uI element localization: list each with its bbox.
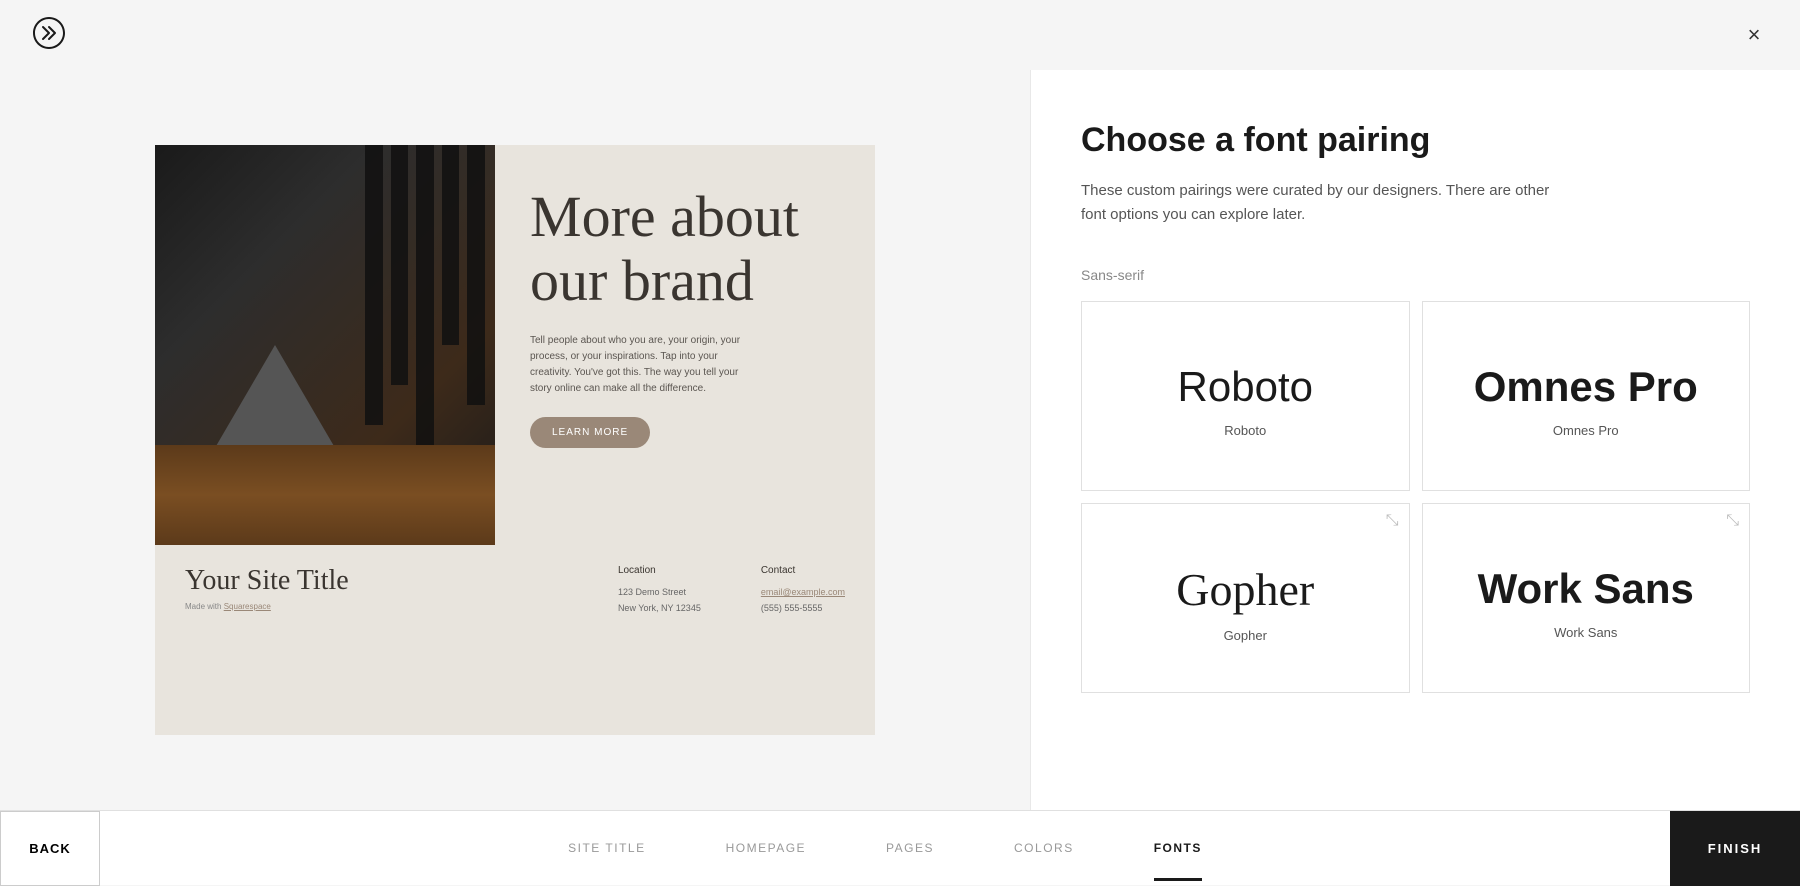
contact-title: Contact <box>761 565 845 576</box>
vertical-bars <box>355 145 495 465</box>
footer-columns: Location 123 Demo Street New York, NY 12… <box>618 565 845 616</box>
preview-top: More about our brand Tell people about w… <box>155 145 875 545</box>
section-label: Sans-serif <box>1081 267 1750 283</box>
location-address: 123 Demo Street <box>618 584 701 600</box>
font-name-roboto: Roboto <box>1224 423 1266 438</box>
preview-image <box>155 145 495 545</box>
v-bar-5 <box>467 145 485 405</box>
font-card-roboto[interactable]: Roboto Roboto <box>1081 301 1410 491</box>
site-title-block: Your Site Title Made with Squarespace <box>185 565 618 611</box>
nav-steps: SITE TITLE HOMEPAGE PAGES COLORS FONTS <box>100 841 1670 855</box>
panel-title: Choose a font pairing <box>1081 120 1750 161</box>
site-title-text: Your Site Title <box>185 565 618 597</box>
wood-floor <box>155 445 495 545</box>
font-preview-roboto: Roboto <box>1178 363 1313 411</box>
location-col: Location 123 Demo Street New York, NY 12… <box>618 565 701 616</box>
header: × <box>0 0 1800 70</box>
font-card-work-sans[interactable]: Work Sans Work Sans ⤡ <box>1422 503 1751 693</box>
main-content: More about our brand Tell people about w… <box>0 70 1800 810</box>
v-bar-3 <box>416 145 434 445</box>
font-card-gopher[interactable]: Gopher Gopher ⤡ <box>1081 503 1410 693</box>
preview-heading: More about our brand <box>530 185 840 313</box>
close-button[interactable]: × <box>1738 19 1770 51</box>
nav-step-colors[interactable]: COLORS <box>974 841 1114 855</box>
v-bar-4 <box>442 145 460 345</box>
nav-step-pages[interactable]: PAGES <box>846 841 974 855</box>
contact-phone: (555) 555-5555 <box>761 600 845 616</box>
font-name-work-sans: Work Sans <box>1554 625 1617 640</box>
preview-footer: Your Site Title Made with Squarespace Lo… <box>155 545 875 675</box>
font-name-gopher: Gopher <box>1224 628 1267 643</box>
squarespace-link[interactable]: Squarespace <box>224 602 271 611</box>
v-bar-2 <box>391 145 409 385</box>
expand-icon-gopher: ⤡ <box>1386 512 1399 530</box>
preview-body: Tell people about who you are, your orig… <box>530 333 750 397</box>
finish-button[interactable]: FINISH <box>1670 811 1800 886</box>
panel-description: These custom pairings were curated by ou… <box>1081 179 1561 227</box>
preview-text-area: More about our brand Tell people about w… <box>495 145 875 545</box>
font-preview-work-sans: Work Sans <box>1478 565 1694 613</box>
nav-step-homepage[interactable]: HOMEPAGE <box>686 841 846 855</box>
bottom-nav: BACK SITE TITLE HOMEPAGE PAGES COLORS FO… <box>0 810 1800 885</box>
contact-email: email@example.com <box>761 584 845 600</box>
nav-step-fonts[interactable]: FONTS <box>1114 841 1242 855</box>
v-bar-1 <box>365 145 383 425</box>
font-grid: Roboto Roboto Omnes Pro Omnes Pro Gopher… <box>1081 301 1750 693</box>
back-button[interactable]: BACK <box>0 811 100 886</box>
font-preview-omnes-pro: Omnes Pro <box>1474 363 1698 411</box>
location-title: Location <box>618 565 701 576</box>
preview-container: More about our brand Tell people about w… <box>155 145 875 735</box>
nav-step-site-title[interactable]: SITE TITLE <box>528 841 685 855</box>
location-city: New York, NY 12345 <box>618 600 701 616</box>
made-with: Made with Squarespace <box>185 602 618 611</box>
squarespace-logo <box>30 14 68 57</box>
preview-panel: More about our brand Tell people about w… <box>0 70 1030 810</box>
font-preview-gopher: Gopher <box>1176 563 1314 616</box>
preview-cta: LEARN MORE <box>530 417 650 448</box>
expand-icon-work-sans: ⤡ <box>1726 512 1739 530</box>
right-panel: Choose a font pairing These custom pairi… <box>1030 70 1800 810</box>
font-name-omnes-pro: Omnes Pro <box>1553 423 1619 438</box>
font-card-omnes-pro[interactable]: Omnes Pro Omnes Pro <box>1422 301 1751 491</box>
contact-col: Contact email@example.com (555) 555-5555 <box>761 565 845 616</box>
